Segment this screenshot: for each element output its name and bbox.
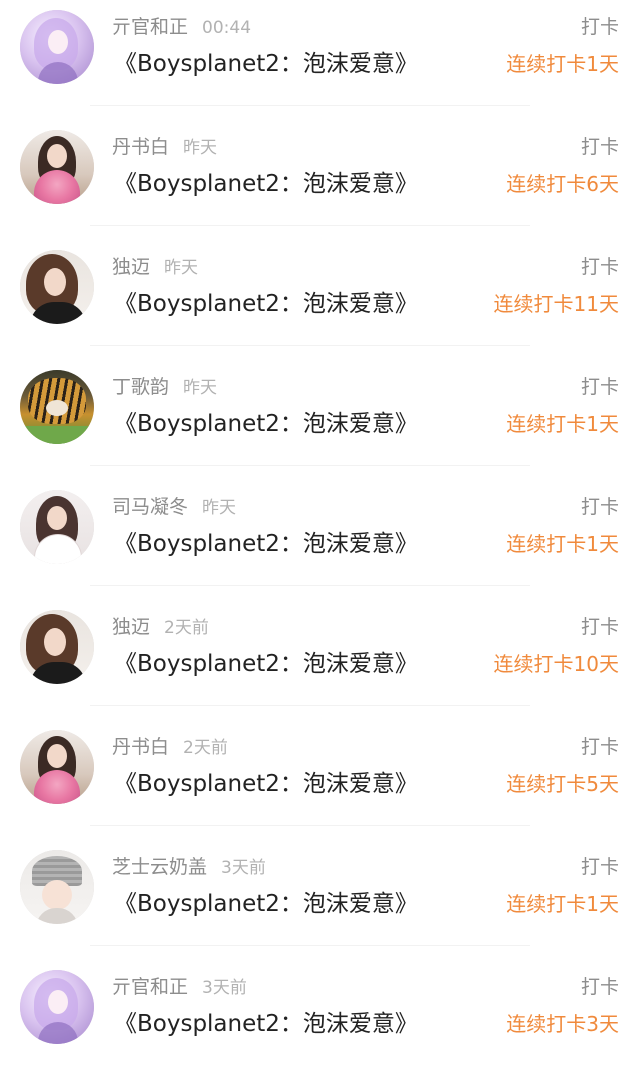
user-meta: 独迈 昨天 [112, 253, 198, 281]
streak-badge: 连续打卡11天 [493, 292, 619, 316]
woman-with-flowers-avatar-icon[interactable] [20, 130, 94, 204]
user-meta: 亓官和正 3天前 [112, 973, 247, 1001]
user-name[interactable]: 丹书白 [112, 136, 169, 158]
user-meta: 亓官和正 00:44 [112, 13, 251, 41]
checkin-label: 打卡 [580, 856, 619, 878]
post-time: 昨天 [164, 258, 199, 278]
user-meta: 司马凝冬 昨天 [112, 493, 236, 521]
user-meta: 丁歌韵 昨天 [112, 373, 217, 401]
woman-white-dress-avatar-icon[interactable] [20, 490, 94, 564]
list-item[interactable]: 司马凝冬 昨天 《Boysplanet2：泡沫爱意》 打卡 连续打卡1天 [0, 480, 640, 600]
book-title[interactable]: 《Boysplanet2：泡沫爱意》 [114, 46, 418, 82]
streak-badge: 连续打卡1天 [506, 892, 619, 916]
list-item[interactable]: 亓官和正 00:44 《Boysplanet2：泡沫爱意》 打卡 连续打卡1天 [0, 0, 640, 120]
divider [90, 705, 530, 706]
divider [90, 945, 530, 946]
streak-badge: 连续打卡3天 [506, 1012, 619, 1036]
list-item[interactable]: 丹书白 2天前 《Boysplanet2：泡沫爱意》 打卡 连续打卡5天 [0, 720, 640, 840]
streak-badge: 连续打卡10天 [493, 652, 619, 676]
post-time: 3天前 [221, 858, 266, 878]
book-title[interactable]: 《Boysplanet2：泡沫爱意》 [114, 526, 418, 562]
post-time: 2天前 [164, 618, 209, 638]
user-meta: 丹书白 2天前 [112, 733, 228, 761]
post-time: 昨天 [183, 138, 218, 158]
list-item[interactable]: 丹书白 昨天 《Boysplanet2：泡沫爱意》 打卡 连续打卡6天 [0, 120, 640, 240]
woman-portrait-avatar-icon[interactable] [20, 250, 94, 324]
checkin-label: 打卡 [580, 256, 619, 278]
post-time: 2天前 [183, 738, 228, 758]
book-title[interactable]: 《Boysplanet2：泡沫爱意》 [114, 406, 418, 442]
woman-with-flowers-avatar-icon[interactable] [20, 730, 94, 804]
checkin-label: 打卡 [580, 136, 619, 158]
user-name[interactable]: 丹书白 [112, 736, 169, 758]
list-item[interactable]: 芝士云奶盖 3天前 《Boysplanet2：泡沫爱意》 打卡 连续打卡1天 [0, 840, 640, 960]
book-title[interactable]: 《Boysplanet2：泡沫爱意》 [114, 286, 418, 322]
checkin-label: 打卡 [580, 16, 619, 38]
post-time: 昨天 [183, 378, 218, 398]
user-name[interactable]: 亓官和正 [112, 16, 188, 38]
list-item[interactable]: 独迈 昨天 《Boysplanet2：泡沫爱意》 打卡 连续打卡11天 [0, 240, 640, 360]
divider [90, 105, 530, 106]
list-item[interactable]: 丁歌韵 昨天 《Boysplanet2：泡沫爱意》 打卡 连续打卡1天 [0, 360, 640, 480]
user-name[interactable]: 芝士云奶盖 [112, 856, 207, 878]
checkin-label: 打卡 [580, 496, 619, 518]
streak-badge: 连续打卡1天 [506, 52, 619, 76]
user-name[interactable]: 独迈 [112, 616, 150, 638]
book-title[interactable]: 《Boysplanet2：泡沫爱意》 [114, 1006, 418, 1042]
user-name[interactable]: 司马凝冬 [112, 496, 188, 518]
book-title[interactable]: 《Boysplanet2：泡沫爱意》 [114, 166, 418, 202]
divider [90, 825, 530, 826]
divider [90, 585, 530, 586]
streak-badge: 连续打卡1天 [506, 412, 619, 436]
divider [90, 345, 530, 346]
streak-badge: 连续打卡5天 [506, 772, 619, 796]
tiger-avatar-icon[interactable] [20, 370, 94, 444]
list-item[interactable]: 亓官和正 3天前 《Boysplanet2：泡沫爱意》 打卡 连续打卡3天 [0, 960, 640, 1080]
checkin-label: 打卡 [580, 616, 619, 638]
user-name[interactable]: 亓官和正 [112, 976, 188, 998]
anime-girl-avatar-icon[interactable] [20, 10, 94, 84]
user-name[interactable]: 丁歌韵 [112, 376, 169, 398]
post-time: 00:44 [202, 18, 252, 38]
list-item[interactable]: 独迈 2天前 《Boysplanet2：泡沫爱意》 打卡 连续打卡10天 [0, 600, 640, 720]
checkin-label: 打卡 [580, 736, 619, 758]
book-title[interactable]: 《Boysplanet2：泡沫爱意》 [114, 766, 418, 802]
user-name[interactable]: 独迈 [112, 256, 150, 278]
checkin-label: 打卡 [580, 376, 619, 398]
post-time: 昨天 [202, 498, 237, 518]
user-meta: 丹书白 昨天 [112, 133, 217, 161]
checkin-feed-list: 亓官和正 00:44 《Boysplanet2：泡沫爱意》 打卡 连续打卡1天 丹… [0, 0, 640, 1057]
book-title[interactable]: 《Boysplanet2：泡沫爱意》 [114, 886, 418, 922]
book-title[interactable]: 《Boysplanet2：泡沫爱意》 [114, 646, 418, 682]
divider [90, 225, 530, 226]
user-meta: 独迈 2天前 [112, 613, 209, 641]
user-meta: 芝士云奶盖 3天前 [112, 853, 266, 881]
checkin-label: 打卡 [580, 976, 619, 998]
anime-girl-avatar-icon[interactable] [20, 970, 94, 1044]
woman-portrait-avatar-icon[interactable] [20, 610, 94, 684]
person-beanie-avatar-icon[interactable] [20, 850, 94, 924]
divider [90, 465, 530, 466]
streak-badge: 连续打卡1天 [506, 532, 619, 556]
post-time: 3天前 [202, 978, 247, 998]
streak-badge: 连续打卡6天 [506, 172, 619, 196]
